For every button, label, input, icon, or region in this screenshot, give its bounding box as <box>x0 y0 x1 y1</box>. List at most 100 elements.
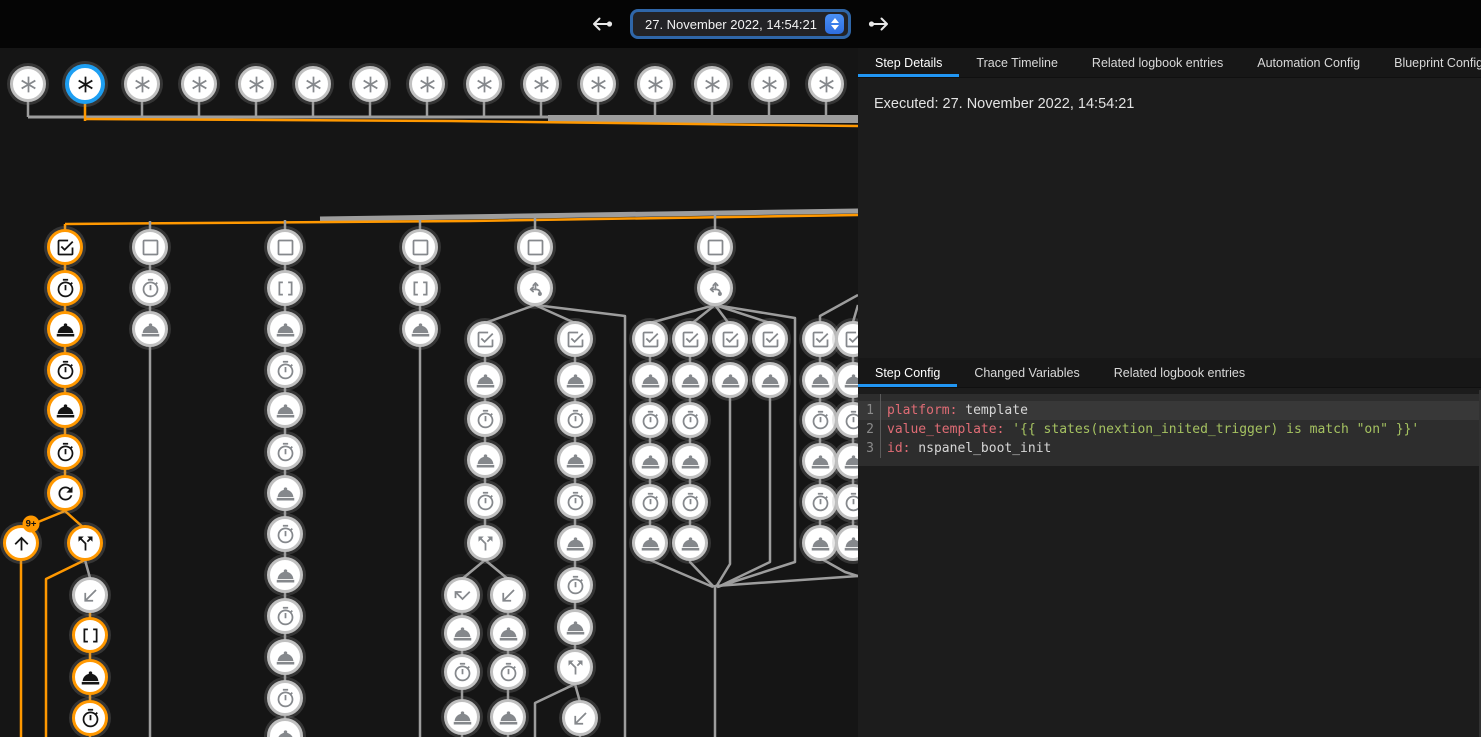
node-decision[interactable] <box>697 270 733 306</box>
tab-related-logbook-entries-bottom[interactable]: Related logbook entries <box>1097 358 1262 387</box>
node-square[interactable] <box>402 229 438 265</box>
node-arrowdl[interactable] <box>490 577 526 613</box>
node-timer[interactable] <box>267 680 303 716</box>
code-line[interactable]: 2value_template: '{{ states(nextion_init… <box>858 420 1481 439</box>
node-checkbox[interactable] <box>632 321 668 357</box>
node-bell[interactable] <box>47 311 83 347</box>
node-bell[interactable] <box>557 362 593 398</box>
node-bell[interactable] <box>267 557 303 593</box>
node-brackets[interactable] <box>72 617 108 653</box>
node-timer[interactable] <box>132 270 168 306</box>
node-asterisk[interactable] <box>295 66 331 102</box>
node-split[interactable] <box>67 525 103 561</box>
node-checkbox[interactable] <box>467 321 503 357</box>
node-bell[interactable] <box>444 699 480 735</box>
node-timer[interactable] <box>672 402 708 438</box>
node-bell[interactable] <box>267 392 303 428</box>
node-bell[interactable] <box>72 659 108 695</box>
node-bell[interactable] <box>467 362 503 398</box>
node-bell[interactable] <box>752 362 788 398</box>
tab-blueprint-config[interactable]: Blueprint Config <box>1377 48 1481 77</box>
next-run-button[interactable] <box>865 11 893 37</box>
node-timer[interactable] <box>490 654 526 690</box>
node-checkbox[interactable] <box>712 321 748 357</box>
node-timer[interactable] <box>444 654 480 690</box>
node-square[interactable] <box>267 229 303 265</box>
node-asterisk[interactable] <box>181 66 217 102</box>
node-bell[interactable] <box>267 475 303 511</box>
tab-step-details[interactable]: Step Details <box>858 48 959 77</box>
node-bell[interactable] <box>632 362 668 398</box>
node-bell[interactable] <box>490 615 526 651</box>
node-bell[interactable] <box>632 525 668 561</box>
tab-related-logbook-entries[interactable]: Related logbook entries <box>1075 48 1240 77</box>
node-brackets[interactable] <box>267 270 303 306</box>
node-bell[interactable] <box>557 525 593 561</box>
node-square[interactable] <box>132 229 168 265</box>
node-split[interactable] <box>467 525 503 561</box>
tab-trace-timeline[interactable]: Trace Timeline <box>959 48 1075 77</box>
node-asterisk[interactable] <box>238 66 274 102</box>
node-asterisk[interactable] <box>466 66 502 102</box>
node-asterisk[interactable] <box>65 64 105 104</box>
node-bell[interactable] <box>672 362 708 398</box>
node-bell[interactable] <box>490 699 526 735</box>
node-asterisk[interactable] <box>523 66 559 102</box>
node-timer[interactable] <box>267 516 303 552</box>
node-bell[interactable] <box>267 639 303 675</box>
node-asterisk[interactable] <box>409 66 445 102</box>
node-bell[interactable] <box>557 442 593 478</box>
node-timer[interactable] <box>557 401 593 437</box>
node-square[interactable] <box>517 229 553 265</box>
node-timer[interactable] <box>632 402 668 438</box>
node-bell[interactable] <box>132 311 168 347</box>
node-arrowdl[interactable] <box>562 700 598 736</box>
node-timer[interactable] <box>47 270 83 306</box>
node-bell[interactable] <box>802 443 838 479</box>
node-asterisk[interactable] <box>580 66 616 102</box>
node-bell[interactable] <box>672 443 708 479</box>
previous-run-button[interactable] <box>588 11 616 37</box>
node-timer[interactable] <box>557 567 593 603</box>
node-decision[interactable] <box>517 270 553 306</box>
node-arrowdl[interactable] <box>72 577 108 613</box>
node-bell[interactable] <box>402 311 438 347</box>
node-checkbox[interactable] <box>672 321 708 357</box>
node-repeat[interactable] <box>47 475 83 511</box>
node-square[interactable] <box>697 229 733 265</box>
node-checkbox[interactable] <box>47 229 83 265</box>
node-bell[interactable] <box>802 525 838 561</box>
tab-changed-variables[interactable]: Changed Variables <box>957 358 1096 387</box>
node-timer[interactable] <box>267 434 303 470</box>
run-datetime-select[interactable]: 27. November 2022, 14:54:21 <box>630 9 851 39</box>
node-checkarrow[interactable] <box>444 577 480 613</box>
node-timer[interactable] <box>672 484 708 520</box>
node-asterisk[interactable] <box>808 66 844 102</box>
code-line[interactable]: 1platform: template <box>858 401 1481 420</box>
node-timer[interactable] <box>802 484 838 520</box>
tab-step-config[interactable]: Step Config <box>858 358 957 387</box>
node-asterisk[interactable] <box>694 66 730 102</box>
node-bell[interactable] <box>632 443 668 479</box>
node-checkbox[interactable] <box>557 321 593 357</box>
node-timer[interactable] <box>557 483 593 519</box>
node-bell[interactable] <box>467 442 503 478</box>
node-asterisk[interactable] <box>10 66 46 102</box>
node-timer[interactable] <box>467 483 503 519</box>
node-timer[interactable] <box>267 352 303 388</box>
node-asterisk[interactable] <box>352 66 388 102</box>
node-timer[interactable] <box>802 402 838 438</box>
node-asterisk[interactable] <box>751 66 787 102</box>
node-timer[interactable] <box>267 598 303 634</box>
node-bell[interactable] <box>712 362 748 398</box>
node-bell[interactable] <box>47 392 83 428</box>
node-bell[interactable] <box>672 525 708 561</box>
node-asterisk[interactable] <box>637 66 673 102</box>
tab-automation-config[interactable]: Automation Config <box>1240 48 1377 77</box>
node-timer[interactable] <box>72 700 108 736</box>
node-bell[interactable] <box>557 609 593 645</box>
node-checkbox[interactable] <box>802 321 838 357</box>
node-checkbox[interactable] <box>752 321 788 357</box>
node-timer[interactable] <box>47 352 83 388</box>
node-bell[interactable] <box>444 615 480 651</box>
